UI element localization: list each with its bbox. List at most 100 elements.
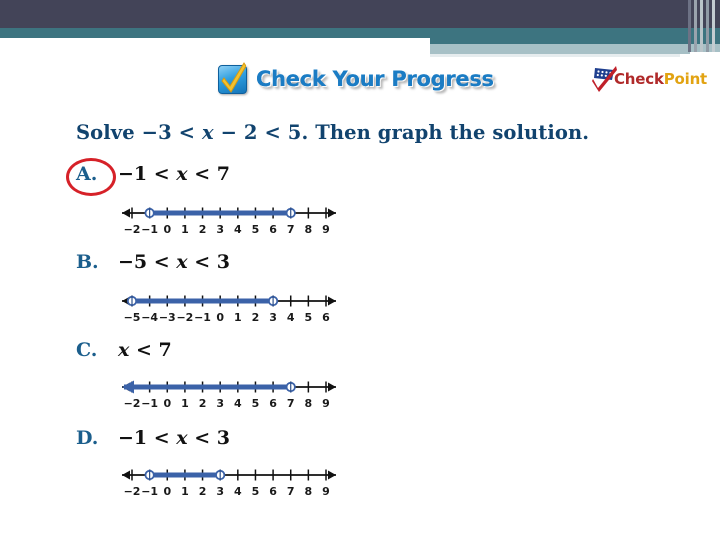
selected-answer-circle-annotation xyxy=(66,158,116,196)
question-inequality-right: − 2 < 5. xyxy=(213,121,309,144)
svg-text:−1: −1 xyxy=(141,485,158,498)
header-stripe-1 xyxy=(688,0,691,52)
svg-text:3: 3 xyxy=(216,485,224,498)
choice-expr-after: < 7 xyxy=(187,163,230,185)
number-line-b: −5 −4 −3 −2 −1 0 1 2 3 4 5 6 xyxy=(118,288,340,330)
header-stripe-2 xyxy=(694,0,697,52)
number-line-d: −2 −1 0 1 2 3 4 5 6 7 8 9 xyxy=(118,462,340,504)
choice-letter: A. xyxy=(66,158,118,196)
question-variable: x xyxy=(201,121,214,144)
svg-text:6: 6 xyxy=(322,311,330,324)
svg-text:6: 6 xyxy=(269,485,277,498)
svg-text:3: 3 xyxy=(269,311,277,324)
answer-choice-a[interactable]: A. −1 < x < 7 xyxy=(66,158,230,196)
checkpoint-label-check: Check xyxy=(614,70,664,88)
svg-text:7: 7 xyxy=(287,397,295,410)
choice-letter: D. xyxy=(76,427,99,449)
checkbox-check-icon xyxy=(218,61,247,94)
checkpoint-label-point: Point xyxy=(663,70,708,88)
choice-expression: −1 < x < 3 xyxy=(118,427,230,449)
check-your-progress-logo: Check Your Progress xyxy=(218,61,494,96)
question-prompt: Solve −3 < x − 2 < 5. Then graph the sol… xyxy=(76,121,589,144)
check-your-progress-label: Check Your Progress xyxy=(256,67,494,91)
answer-choice-c[interactable]: C. x < 7 xyxy=(76,339,172,365)
choice-expression: −1 < x < 7 xyxy=(118,163,230,185)
header-band-light-right xyxy=(430,46,690,54)
header-band-teal-right xyxy=(430,28,720,44)
choice-expr-variable: x xyxy=(176,427,188,449)
svg-text:−2: −2 xyxy=(124,397,141,410)
choice-expression: −5 < x < 3 xyxy=(118,251,230,273)
svg-text:4: 4 xyxy=(234,485,242,498)
answer-choice-d[interactable]: D. −1 < x < 3 xyxy=(76,427,230,453)
svg-text:0: 0 xyxy=(216,311,224,324)
svg-text:0: 0 xyxy=(163,485,171,498)
svg-text:2: 2 xyxy=(199,397,207,410)
header-band-dark xyxy=(0,0,720,28)
svg-text:−1: −1 xyxy=(194,311,211,324)
svg-text:9: 9 xyxy=(322,397,330,410)
svg-text:−3: −3 xyxy=(159,311,176,324)
question-prefix: Solve xyxy=(76,121,142,144)
choice-letter: B. xyxy=(76,251,99,273)
svg-text:4: 4 xyxy=(234,397,242,410)
svg-text:8: 8 xyxy=(305,223,313,236)
svg-text:2: 2 xyxy=(199,223,207,236)
svg-text:1: 1 xyxy=(234,311,242,324)
svg-text:1: 1 xyxy=(181,485,189,498)
svg-text:3: 3 xyxy=(216,223,224,236)
svg-text:8: 8 xyxy=(305,485,313,498)
svg-text:−2: −2 xyxy=(124,485,141,498)
svg-text:7: 7 xyxy=(287,485,295,498)
svg-text:2: 2 xyxy=(199,485,207,498)
svg-text:2: 2 xyxy=(252,311,260,324)
question-inequality-left: −3 < xyxy=(141,121,202,144)
svg-text:1: 1 xyxy=(181,397,189,410)
svg-text:−2: −2 xyxy=(124,223,141,236)
slide-header: Check Your Progress Check Point xyxy=(0,0,720,110)
choice-expr-variable: x xyxy=(176,163,188,185)
choice-expr-variable: x xyxy=(118,339,130,361)
svg-text:−5: −5 xyxy=(124,311,141,324)
svg-text:5: 5 xyxy=(305,311,313,324)
number-line-a: −2 −1 0 1 2 3 4 5 6 7 8 9 xyxy=(118,200,340,242)
svg-text:5: 5 xyxy=(252,397,260,410)
svg-text:5: 5 xyxy=(252,485,260,498)
svg-text:9: 9 xyxy=(322,223,330,236)
choice-letter: C. xyxy=(76,339,98,361)
choice-expr-variable: x xyxy=(176,251,188,273)
question-suffix: Then graph the solution. xyxy=(308,121,590,144)
header-hairline xyxy=(40,44,430,46)
number-line-c: −2 −1 0 1 2 3 4 5 6 7 8 9 xyxy=(118,374,340,416)
svg-text:6: 6 xyxy=(269,223,277,236)
header-stripe-4 xyxy=(706,0,709,52)
svg-text:3: 3 xyxy=(216,397,224,410)
svg-text:−4: −4 xyxy=(141,311,158,324)
choice-expr-after: < 7 xyxy=(129,339,172,361)
svg-text:−1: −1 xyxy=(141,397,158,410)
svg-text:4: 4 xyxy=(234,223,242,236)
svg-text:7: 7 xyxy=(287,223,295,236)
svg-text:8: 8 xyxy=(305,397,313,410)
header-sub-rule xyxy=(430,54,680,57)
svg-text:5: 5 xyxy=(252,223,260,236)
choice-expr-after: < 3 xyxy=(187,427,230,449)
choice-expr-before: −1 < xyxy=(118,427,177,449)
header-stripe-5 xyxy=(712,0,715,52)
svg-text:−2: −2 xyxy=(176,311,193,324)
choice-expr-before: −1 < xyxy=(118,163,177,185)
svg-text:6: 6 xyxy=(269,397,277,410)
svg-text:0: 0 xyxy=(163,223,171,236)
answer-choice-b[interactable]: B. −5 < x < 3 xyxy=(76,251,230,277)
checkpoint-flag-icon xyxy=(592,66,618,92)
choice-expr-after: < 3 xyxy=(187,251,230,273)
header-stripe-3 xyxy=(700,0,703,52)
svg-text:1: 1 xyxy=(181,223,189,236)
svg-text:−1: −1 xyxy=(141,223,158,236)
svg-text:4: 4 xyxy=(287,311,295,324)
svg-text:0: 0 xyxy=(163,397,171,410)
checkpoint-logo: Check Point xyxy=(592,64,707,94)
choice-expression: x < 7 xyxy=(118,339,172,361)
choice-expr-before: −5 < xyxy=(118,251,177,273)
svg-text:9: 9 xyxy=(322,485,330,498)
